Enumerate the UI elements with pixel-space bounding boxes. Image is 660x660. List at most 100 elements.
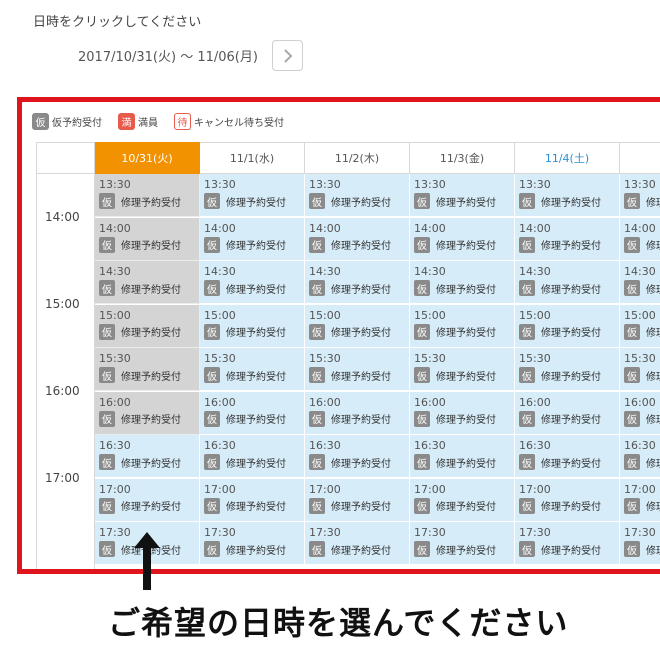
- slot-status: 仮修理予約受付: [519, 367, 619, 383]
- time-slot[interactable]: 16:00仮修理予約受付: [515, 391, 620, 435]
- time-slot[interactable]: 14:30 仮修理予約受付: [515, 261, 620, 304]
- time-slot[interactable]: 16:00仮修理予約受付: [410, 391, 515, 435]
- provisional-chip: 仮: [99, 193, 115, 209]
- day-header[interactable]: 11/2(木): [305, 142, 410, 174]
- day-header[interactable]: 11/3(金): [410, 142, 515, 174]
- time-slot[interactable]: 14:00仮修理予約受付: [410, 217, 515, 261]
- provisional-chip: 仮: [309, 497, 325, 514]
- time-slot[interactable]: 13:30 仮修理予約受付: [305, 174, 410, 217]
- slot-time: 17:30: [309, 526, 341, 539]
- time-slot[interactable]: 15:30 仮修理予約受付: [515, 348, 620, 391]
- time-slot[interactable]: 17:30 仮修理予約受付: [200, 522, 305, 565]
- day-header[interactable]: 11/: [620, 142, 660, 174]
- slot-time: 17:00: [204, 482, 236, 496]
- time-slot[interactable]: 15:00仮修理予約受付: [305, 304, 410, 348]
- time-slot[interactable]: 17:00仮修理予約受付: [95, 478, 200, 522]
- time-slot[interactable]: 14:00仮修理予約受付: [515, 217, 620, 261]
- provisional-chip: 仮: [99, 323, 115, 340]
- time-slot[interactable]: 17:00仮修理予約受付: [200, 478, 305, 522]
- time-slot[interactable]: 17:00仮修理予約受付: [410, 478, 515, 522]
- time-slot[interactable]: 15:30 仮修理予約受付: [620, 348, 660, 391]
- slot-label: 修理予約受付: [226, 197, 286, 209]
- time-slot[interactable]: 15:30 仮修理予約受付: [200, 348, 305, 391]
- day-header[interactable]: 10/31(火): [95, 142, 200, 174]
- provisional-chip: 仮: [519, 323, 535, 340]
- time-slot[interactable]: 14:00仮修理予約受付: [200, 217, 305, 261]
- time-slot[interactable]: 13:30 仮修理予約受付: [410, 174, 515, 217]
- time-slot[interactable]: 17:30 仮修理予約受付: [410, 522, 515, 565]
- time-slot[interactable]: 13:30 仮修理予約受付: [515, 174, 620, 217]
- time-slot[interactable]: 15:30 仮修理予約受付: [305, 348, 410, 391]
- time-slot[interactable]: 17:30 仮修理予約受付: [620, 522, 660, 565]
- provisional-chip: 仮: [309, 367, 325, 383]
- time-slot[interactable]: 13:30 仮修理予約受付: [620, 174, 660, 217]
- slot-status: 仮修理予約受付: [414, 410, 514, 427]
- time-slot[interactable]: 15:30 仮修理予約受付: [95, 348, 200, 391]
- time-slot[interactable]: 16:00仮修理予約受付: [620, 391, 660, 435]
- time-slot[interactable]: 14:30 仮修理予約受付: [410, 261, 515, 304]
- provisional-chip: 仮: [204, 367, 220, 383]
- time-slot[interactable]: 15:00仮修理予約受付: [95, 304, 200, 348]
- time-slot[interactable]: 17:00仮修理予約受付: [305, 478, 410, 522]
- next-week-button[interactable]: [272, 40, 303, 71]
- time-slot[interactable]: 17:30 仮修理予約受付: [305, 522, 410, 565]
- time-slot[interactable]: 17:00仮修理予約受付: [515, 478, 620, 522]
- slot-status: 仮修理予約受付: [414, 541, 514, 557]
- slot-time: 17:00: [309, 482, 341, 496]
- time-slot[interactable]: 17:30 仮修理予約受付: [515, 522, 620, 565]
- slot-status: 仮修理予約受付: [414, 454, 514, 470]
- slot-status: 仮修理予約受付: [519, 236, 619, 253]
- time-slot[interactable]: 15:00仮修理予約受付: [515, 304, 620, 348]
- legend-item: 待キャンセル待ち受付: [174, 112, 284, 130]
- time-slot[interactable]: 16:00仮修理予約受付: [95, 391, 200, 435]
- time-slot[interactable]: 15:00仮修理予約受付: [620, 304, 660, 348]
- day-header[interactable]: 11/1(水): [200, 142, 305, 174]
- time-slot[interactable]: 14:30 仮修理予約受付: [95, 261, 200, 304]
- slot-status: 仮修理予約受付: [624, 280, 660, 296]
- slot-time: 14:30: [99, 265, 131, 278]
- slot-label: 修理予約受付: [436, 415, 496, 426]
- slot-status: 仮修理予約受付: [414, 280, 514, 296]
- slot-label: 修理予約受付: [646, 458, 660, 470]
- slot-status: 仮修理予約受付: [99, 323, 199, 340]
- provisional-chip: 仮: [309, 410, 325, 427]
- provisional-chip: 仮: [414, 193, 430, 209]
- slot-time: 16:00: [204, 395, 236, 409]
- time-slot[interactable]: 16:30 仮修理予約受付: [410, 435, 515, 478]
- time-slot[interactable]: 16:30 仮修理予約受付: [200, 435, 305, 478]
- slot-status: 仮修理予約受付: [99, 280, 199, 296]
- provisional-chip: 仮: [519, 193, 535, 209]
- time-slot[interactable]: 14:00仮修理予約受付: [305, 217, 410, 261]
- slot-label: 修理予約受付: [541, 458, 601, 470]
- slot-label: 修理予約受付: [646, 328, 660, 339]
- time-slot[interactable]: 13:30 仮修理予約受付: [95, 174, 200, 217]
- time-slot[interactable]: 15:00仮修理予約受付: [200, 304, 305, 348]
- slot-status: 仮修理予約受付: [519, 280, 619, 296]
- slot-time: 15:30: [414, 352, 446, 365]
- slot-time: 13:30: [204, 178, 236, 191]
- day-header[interactable]: 11/4(土): [515, 142, 620, 174]
- slot-time: 16:30: [309, 439, 341, 452]
- slot-status: 仮修理予約受付: [309, 410, 409, 427]
- time-slot[interactable]: 16:00仮修理予約受付: [200, 391, 305, 435]
- slot-label: 修理予約受付: [646, 371, 660, 383]
- time-slot[interactable]: 13:30 仮修理予約受付: [200, 174, 305, 217]
- slot-time: 14:00: [519, 221, 551, 235]
- time-slot[interactable]: 16:30 仮修理予約受付: [515, 435, 620, 478]
- time-slot[interactable]: 15:30 仮修理予約受付: [410, 348, 515, 391]
- time-slot[interactable]: 16:30 仮修理予約受付: [95, 435, 200, 478]
- time-slot[interactable]: 14:30 仮修理予約受付: [305, 261, 410, 304]
- time-slot[interactable]: 14:30 仮修理予約受付: [620, 261, 660, 304]
- slot-label: 修理予約受付: [226, 241, 286, 252]
- time-slot[interactable]: 14:30 仮修理予約受付: [200, 261, 305, 304]
- time-slot[interactable]: 16:30 仮修理予約受付: [620, 435, 660, 478]
- legend-chip: 待: [174, 112, 191, 130]
- time-slot[interactable]: 14:00仮修理予約受付: [620, 217, 660, 261]
- provisional-chip: 仮: [624, 236, 640, 253]
- date-range-text: 2017/10/31(火) 〜 11/06(月): [78, 49, 258, 65]
- time-slot[interactable]: 16:00仮修理予約受付: [305, 391, 410, 435]
- time-slot[interactable]: 14:00仮修理予約受付: [95, 217, 200, 261]
- time-slot[interactable]: 16:30 仮修理予約受付: [305, 435, 410, 478]
- time-slot[interactable]: 15:00仮修理予約受付: [410, 304, 515, 348]
- time-slot[interactable]: 17:00仮修理予約受付: [620, 478, 660, 522]
